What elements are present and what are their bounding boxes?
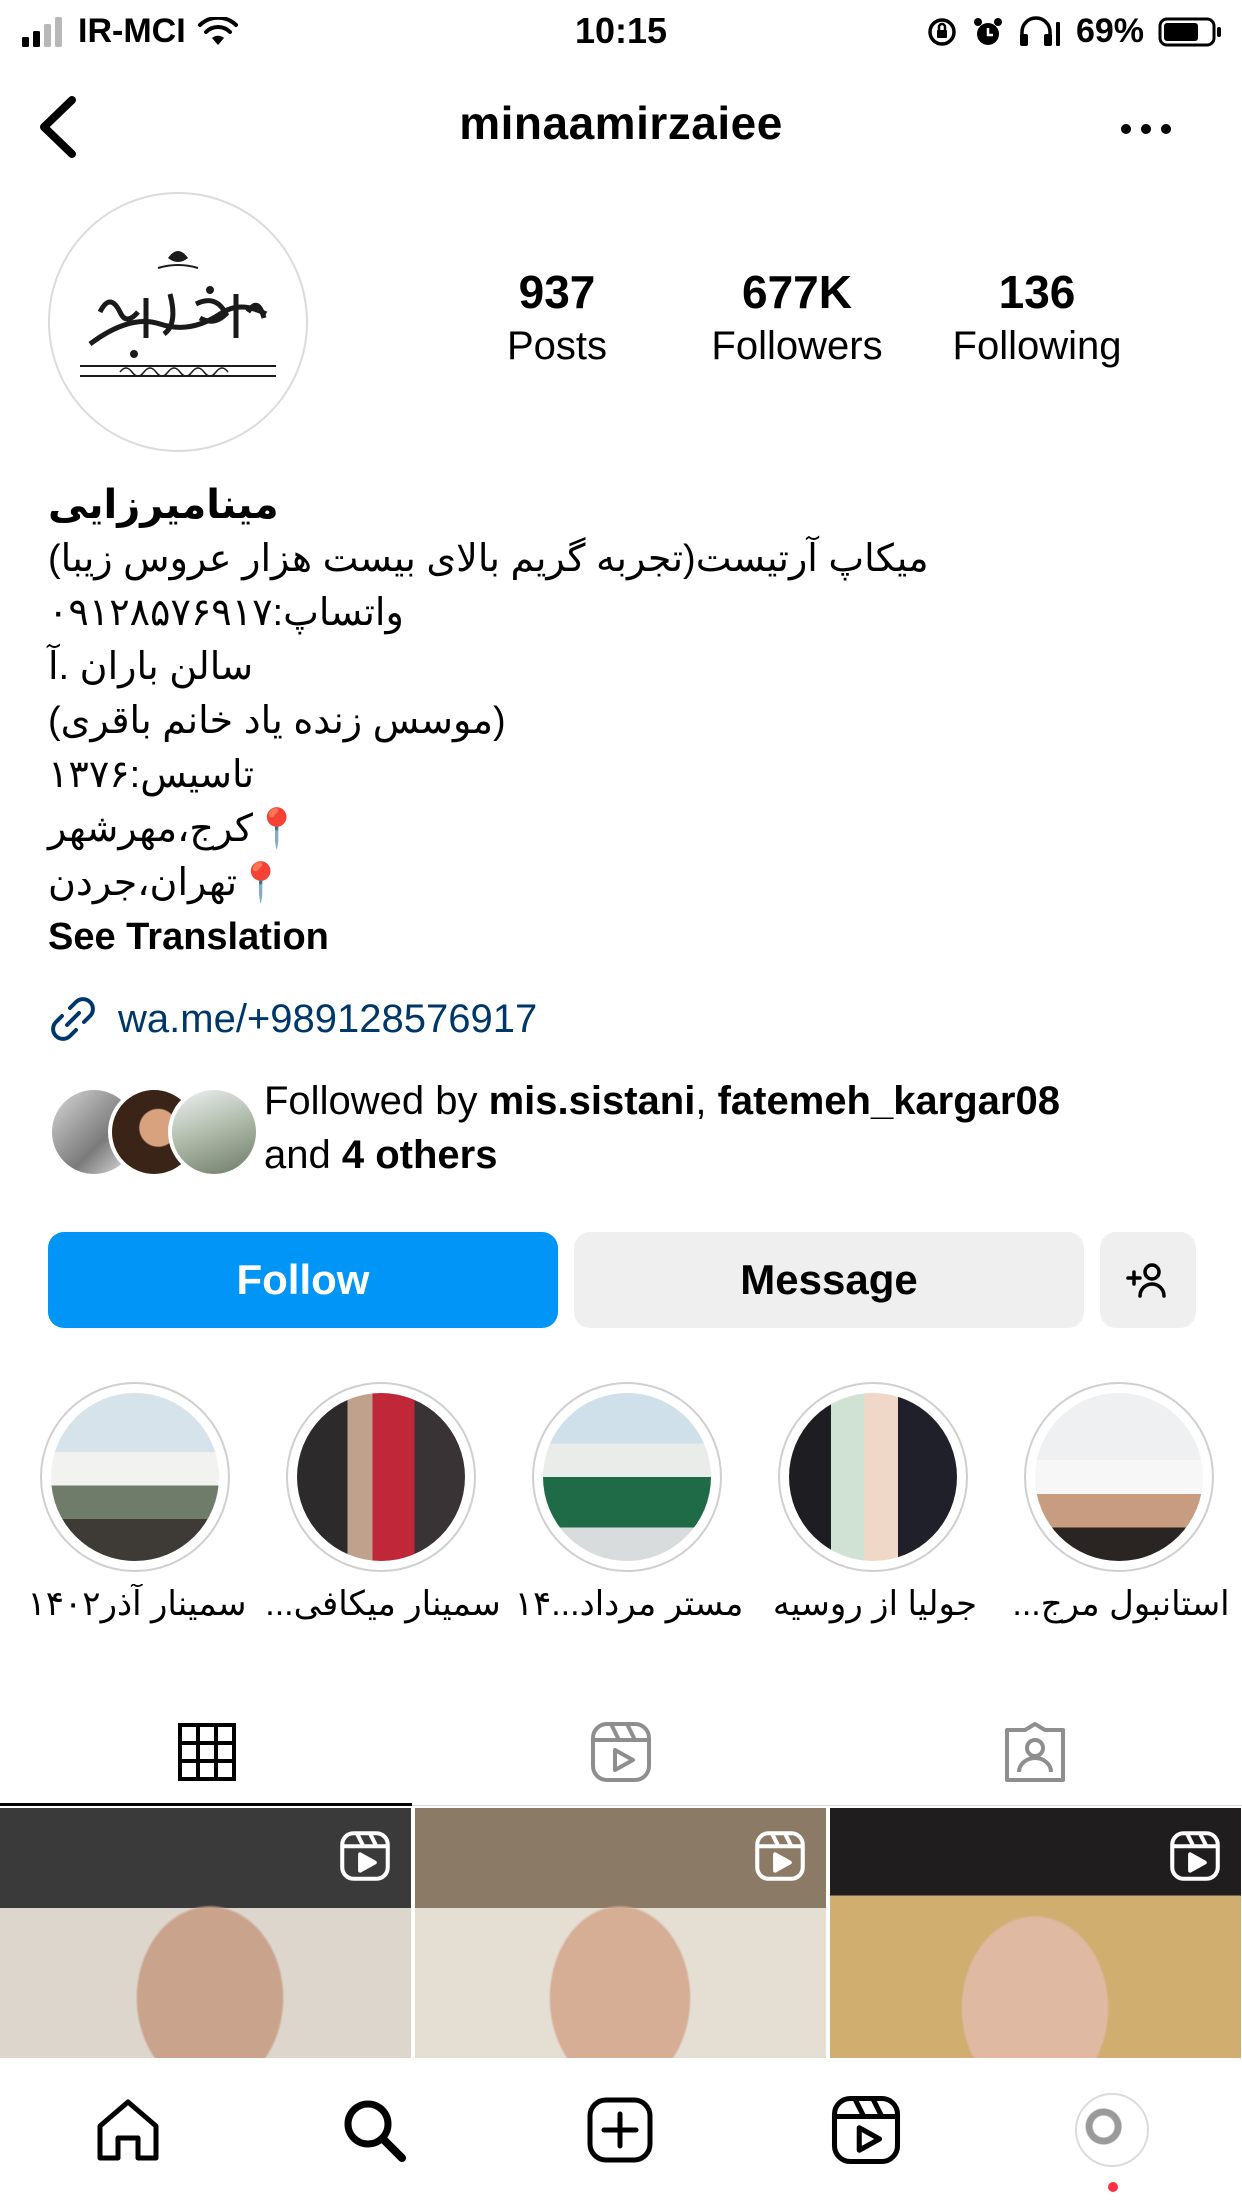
followed-by-user[interactable]: fatemeh_kargar08 bbox=[718, 1079, 1060, 1123]
nav-search[interactable] bbox=[334, 2090, 414, 2170]
story-highlight[interactable] bbox=[286, 1382, 480, 1572]
story-highlight[interactable] bbox=[532, 1382, 726, 1572]
followers-count[interactable]: 677K Followers bbox=[682, 264, 912, 372]
followed-by-prefix: Followed by bbox=[264, 1079, 489, 1123]
reels-icon bbox=[591, 1722, 651, 1782]
highlight-label: سمینار آذر۱۴۰۲ bbox=[27, 1585, 247, 1623]
profile-bio: مینامیرزایی میکاپ آرتیست(تجربه گریم بالا… bbox=[48, 478, 1198, 964]
post-thumbnail[interactable] bbox=[0, 1808, 411, 2058]
battery-icon bbox=[1158, 17, 1221, 46]
highlight-thumbnail bbox=[543, 1393, 711, 1561]
status-right: 69% bbox=[926, 12, 1222, 51]
followers-value: 677K bbox=[742, 266, 852, 318]
follow-button[interactable]: Follow bbox=[48, 1232, 558, 1328]
bio-link[interactable]: wa.me/+989128576917 bbox=[48, 994, 537, 1044]
bio-line: 📍تهران،جردن bbox=[48, 862, 285, 904]
bio-line: تاسیس:۱۳۷۶ bbox=[48, 754, 255, 796]
bio-line: سالن باران .آ bbox=[48, 646, 254, 688]
rotation-lock-icon bbox=[928, 17, 956, 46]
bio-line: 📍کرج،مهرشهر bbox=[48, 808, 301, 850]
tagged-icon bbox=[1005, 1722, 1065, 1782]
bio-line: واتساپ:۰۹۱۲۸۵۷۶۹۱۷ bbox=[48, 592, 404, 634]
tab-reels[interactable] bbox=[414, 1700, 828, 1804]
profile-username: minaamirzaiee bbox=[459, 97, 783, 149]
post-thumbnail[interactable] bbox=[415, 1808, 826, 2058]
message-button[interactable]: Message bbox=[574, 1232, 1084, 1328]
posts-count[interactable]: 937 Posts bbox=[442, 264, 672, 372]
following-value: 136 bbox=[998, 266, 1076, 318]
followed-by-and: and bbox=[264, 1133, 342, 1177]
add-person-icon bbox=[1126, 1263, 1166, 1298]
highlight-thumbnail bbox=[51, 1393, 219, 1561]
highlight-thumbnail bbox=[1035, 1393, 1203, 1561]
story-highlight[interactable] bbox=[40, 1382, 234, 1572]
followed-by-separator: , bbox=[695, 1079, 718, 1123]
create-icon bbox=[587, 2097, 653, 2163]
tab-posts-grid[interactable] bbox=[0, 1700, 414, 1804]
profile-avatar bbox=[1075, 2093, 1149, 2167]
nav-reels[interactable] bbox=[826, 2090, 906, 2170]
home-icon bbox=[97, 2099, 159, 2161]
status-bar: IR-MCI 10:15 69% bbox=[0, 0, 1242, 64]
followed-by-others[interactable]: 4 others bbox=[342, 1133, 498, 1177]
following-label: Following bbox=[952, 324, 1122, 368]
tab-tagged[interactable] bbox=[828, 1700, 1242, 1804]
alarm-icon bbox=[973, 17, 1002, 45]
profile-display-name: مینامیرزایی bbox=[48, 483, 279, 527]
nav-home[interactable] bbox=[88, 2090, 168, 2170]
makeup-logo-image bbox=[80, 251, 276, 377]
search-icon bbox=[344, 2100, 406, 2162]
more-icon[interactable] bbox=[1116, 104, 1176, 154]
nav-create[interactable] bbox=[580, 2090, 660, 2170]
reel-badge-icon bbox=[755, 1831, 805, 1881]
followers-label: Followers bbox=[711, 324, 883, 368]
highlight-thumbnail bbox=[297, 1393, 465, 1561]
story-highlight[interactable] bbox=[778, 1382, 972, 1572]
follower-avatar bbox=[168, 1086, 260, 1178]
link-text[interactable]: wa.me/+989128576917 bbox=[118, 997, 537, 1042]
suggested-people-button[interactable] bbox=[1100, 1232, 1196, 1328]
headphones-icon bbox=[1019, 15, 1060, 46]
highlight-label: سمینار میکافی... bbox=[265, 1585, 501, 1623]
active-tab-indicator bbox=[0, 1803, 412, 1806]
reel-badge-icon bbox=[340, 1831, 390, 1881]
bio-line: (موسس زنده یاد خانم باقری) bbox=[48, 700, 506, 742]
notification-dot bbox=[1108, 2182, 1118, 2192]
highlight-label: جولیا از روسیه bbox=[772, 1585, 978, 1623]
highlight-thumbnail bbox=[789, 1393, 957, 1561]
nav-profile[interactable] bbox=[1072, 2090, 1152, 2170]
profile-avatar-logo[interactable] bbox=[48, 192, 308, 452]
highlight-label: استانبول مرج... bbox=[1012, 1585, 1230, 1623]
posts-value: 937 bbox=[518, 266, 596, 318]
reels-nav-icon bbox=[831, 2095, 901, 2165]
followed-by-user[interactable]: mis.sistani bbox=[489, 1079, 696, 1123]
link-icon bbox=[51, 997, 95, 1041]
highlight-label: مستر مرداد...۱۴ bbox=[514, 1585, 744, 1623]
post-thumbnail[interactable] bbox=[830, 1808, 1241, 2058]
grid-icon bbox=[178, 1723, 236, 1781]
battery-percent: 69% bbox=[1075, 12, 1144, 50]
see-translation-link[interactable]: See Translation bbox=[48, 910, 1198, 964]
bio-line: میکاپ آرتیست(تجربه گریم بالای بیست هزار … bbox=[48, 538, 929, 580]
followed-by-text[interactable]: Followed by mis.sistani, fatemeh_kargar0… bbox=[264, 1074, 1204, 1182]
reel-badge-icon bbox=[1170, 1831, 1220, 1881]
following-count[interactable]: 136 Following bbox=[922, 264, 1152, 372]
posts-label: Posts bbox=[506, 324, 608, 368]
story-highlight[interactable] bbox=[1024, 1382, 1218, 1572]
